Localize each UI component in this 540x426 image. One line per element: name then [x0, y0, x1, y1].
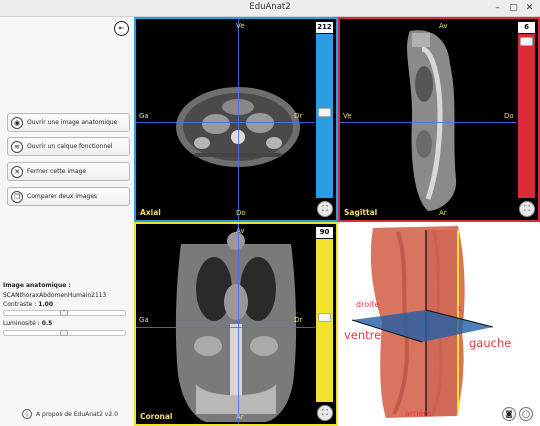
slice-number: 90 [316, 227, 333, 238]
brightness-label: Luminosité : [3, 320, 40, 327]
compare-icon: ❐ [11, 190, 23, 203]
label-front: ventre [344, 328, 382, 342]
close-icon[interactable]: ✕ [523, 2, 536, 15]
fit-view-icon[interactable]: ⛶ [317, 405, 333, 421]
axial-viewer[interactable]: Ve Do Ga Dr Axial 212 ⛶ [134, 17, 338, 222]
crosshair-horizontal[interactable] [136, 327, 315, 328]
slice-slider-handle[interactable] [520, 37, 533, 46]
image-name: SCANthoraxAbdomenHumain2113 [3, 292, 107, 299]
fit-view-icon[interactable]: ⛶ [317, 201, 333, 217]
button-label: Ouvrir un calque fonctionnel [27, 143, 113, 150]
coronal-viewer[interactable]: Av Ar Ga Dr Coronal 90 ⛶ [134, 222, 338, 426]
brightness-row: Luminosité : 0.5 [3, 320, 52, 327]
crosshair-horizontal[interactable] [136, 122, 315, 123]
back-arrow-icon[interactable]: ⇤ [114, 21, 129, 36]
slice-slider-handle[interactable] [318, 108, 331, 117]
viewer-name: Coronal [140, 412, 173, 421]
window-title: EduAnat2 [249, 2, 291, 12]
sagittal-viewer[interactable]: Av Ar Ve Do Sagittal 6 ⛶ [338, 17, 540, 222]
about-label: A propos de EduAnat2 v2.0 [36, 410, 118, 418]
layers-icon: ≋ [11, 140, 23, 153]
slice-slider[interactable] [518, 34, 535, 198]
label-right: droite [356, 300, 380, 309]
label-left: gauche [469, 336, 512, 350]
label-back: arrière [405, 409, 432, 418]
about-link[interactable]: i A propos de EduAnat2 v2.0 [22, 409, 118, 419]
crosshair-horizontal[interactable] [340, 122, 517, 123]
label-partial: s [458, 304, 463, 313]
3d-torso-render [351, 226, 494, 418]
contrast-slider[interactable] [3, 310, 126, 316]
camera-icon[interactable]: ◙ [502, 407, 516, 421]
orientation-left: Ga [139, 316, 149, 324]
orientation-bottom: Do [236, 209, 246, 217]
crosshair-vertical[interactable] [238, 19, 239, 220]
control-panel: ⇤ ◉ Ouvrir une image anatomique ≋ Ouvrir… [0, 17, 134, 426]
3d-view[interactable]: droite s ventre gauche arrière ◙ ◯ [338, 222, 540, 426]
reset-view-icon[interactable]: ◯ [519, 407, 533, 421]
orientation-top: Av [439, 22, 448, 30]
minimize-icon[interactable]: – [491, 2, 504, 15]
orientation-bottom: Ar [236, 413, 244, 421]
contrast-label: Contraste : [3, 301, 37, 308]
brightness-slider-handle[interactable] [60, 330, 68, 336]
contrast-value: 1.00 [38, 301, 53, 308]
slice-slider[interactable] [316, 34, 333, 198]
maximize-icon[interactable]: ▢ [507, 2, 520, 15]
slice-slider-handle[interactable] [318, 313, 331, 322]
slice-control: 212 [316, 22, 333, 198]
viewer-name: Sagittal [344, 208, 378, 217]
info-icon: i [22, 409, 32, 419]
orientation-right: Do [504, 112, 514, 120]
orientation-top: Av [236, 227, 245, 235]
slice-number: 6 [518, 22, 535, 33]
orientation-right: Dr [294, 316, 303, 324]
brightness-value: 0.5 [41, 320, 53, 327]
eye-icon: ◉ [11, 116, 23, 129]
close-image-button[interactable]: ✕ Fermer cette image [7, 162, 130, 181]
axial-scan-image [176, 87, 300, 167]
orientation-right: Dr [294, 112, 303, 120]
orientation-bottom: Ar [439, 209, 447, 217]
open-anatomical-image-button[interactable]: ◉ Ouvrir une image anatomique [7, 113, 130, 132]
button-label: Comparer deux images [27, 193, 98, 200]
orientation-left: Ve [343, 112, 352, 120]
viewer-name: Axial [140, 208, 161, 217]
title-bar: EduAnat2 – ▢ ✕ [0, 0, 540, 17]
button-label: Ouvrir une image anatomique [27, 119, 118, 126]
button-label: Fermer cette image [27, 168, 87, 175]
slice-control: 90 [316, 227, 333, 402]
fit-view-icon[interactable]: ⛶ [519, 201, 535, 217]
orientation-top: Ve [236, 22, 245, 30]
close-icon: ✕ [11, 165, 23, 178]
open-functional-layer-button[interactable]: ≋ Ouvrir un calque fonctionnel [7, 137, 130, 156]
contrast-row: Contraste : 1.00 [3, 301, 53, 308]
crosshair-vertical[interactable] [238, 224, 239, 424]
orientation-left: Ga [139, 112, 149, 120]
image-heading: Image anatomique : [3, 282, 71, 289]
compare-images-button[interactable]: ❐ Comparer deux images [7, 187, 130, 206]
slice-slider[interactable] [316, 239, 333, 402]
coronal-scan-image [175, 232, 297, 422]
contrast-slider-handle[interactable] [60, 310, 68, 316]
brightness-slider[interactable] [3, 330, 126, 336]
slice-number: 212 [316, 22, 333, 33]
slice-control: 6 [518, 22, 535, 198]
